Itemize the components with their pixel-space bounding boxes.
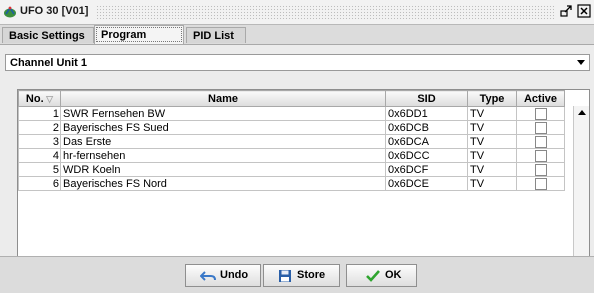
title-bar-grip[interactable] [96,5,554,19]
column-header-no[interactable]: No. ▽ [18,90,61,107]
cell-no: 3 [18,134,61,149]
ok-button-label: OK [385,269,402,281]
title-bar: UFO 30 [V01] [0,0,594,25]
cell-sid: 0x6DD1 [385,106,468,121]
active-checkbox[interactable] [534,107,547,120]
channel-unit-value: Channel Unit 1 [10,57,88,69]
active-checkbox[interactable] [534,163,547,176]
cell-active [516,162,565,177]
table-row[interactable]: 1 SWR Fernsehen BW 0x6DD1 TV [18,106,565,121]
cell-name: Bayerisches FS Nord [60,176,386,191]
column-header-name[interactable]: Name [60,90,386,107]
window-title: UFO 30 [V01] [20,5,89,17]
column-header-type[interactable]: Type [467,90,517,107]
sort-icon: ▽ [43,93,54,104]
detach-icon[interactable] [559,4,573,18]
cell-name: hr-fernsehen [60,148,386,163]
cell-active [516,134,565,149]
cell-no: 6 [18,176,61,191]
cell-sid: 0x6DCA [385,134,468,149]
table-row[interactable]: 4 hr-fernsehen 0x6DCC TV [18,148,565,163]
tab-pid-list[interactable]: PID List [186,27,246,43]
cell-name: Bayerisches FS Sued [60,120,386,135]
cell-no: 2 [18,120,61,135]
column-header-active[interactable]: Active [516,90,565,107]
table-body: 1 SWR Fernsehen BW 0x6DD1 TV 2 Bayerisch… [18,106,565,191]
active-checkbox[interactable] [534,135,547,148]
table-row[interactable]: 5 WDR Koeln 0x6DCF TV [18,162,565,177]
table-row[interactable]: 6 Bayerisches FS Nord 0x6DCE TV [18,176,565,191]
active-checkbox[interactable] [534,177,547,190]
cell-sid: 0x6DCF [385,162,468,177]
cell-sid: 0x6DCE [385,176,468,191]
program-table-panel: Channel Unit 1 No. ▽ Name SID Type Activ… [0,44,594,285]
undo-button[interactable]: Undo [185,264,261,287]
cell-no: 4 [18,148,61,163]
chevron-down-icon [577,60,585,65]
button-bar: Undo Store OK [0,256,594,293]
checkmark-icon [366,270,380,282]
store-button-label: Store [297,269,326,281]
column-header-sid[interactable]: SID [385,90,468,107]
scroll-up-icon[interactable] [578,110,586,115]
cell-no: 1 [18,106,61,121]
store-button[interactable]: Store [263,264,340,287]
channel-unit-select[interactable]: Channel Unit 1 [5,54,590,71]
cell-active [516,176,565,191]
cell-name: WDR Koeln [60,162,386,177]
cell-type: TV [467,176,517,191]
floppy-disk-icon [279,270,291,282]
table-row[interactable]: 2 Bayerisches FS Sued 0x6DCB TV [18,120,565,135]
cell-type: TV [467,148,517,163]
cell-no: 5 [18,162,61,177]
cell-type: TV [467,162,517,177]
cell-active [516,148,565,163]
ok-button[interactable]: OK [346,264,417,287]
cell-sid: 0x6DCB [385,120,468,135]
cell-sid: 0x6DCC [385,148,468,163]
cell-type: TV [467,106,517,121]
cell-active [516,120,565,135]
undo-button-label: Undo [220,269,249,281]
app-icon [4,6,16,18]
cell-type: TV [467,120,517,135]
active-checkbox[interactable] [534,121,547,134]
undo-arrow-icon [200,271,216,281]
cell-name: Das Erste [60,134,386,149]
cell-type: TV [467,134,517,149]
tab-basic-settings[interactable]: Basic Settings [2,27,94,43]
tab-program-table[interactable]: Program Table [94,25,184,59]
cell-active [516,106,565,121]
table-row[interactable]: 3 Das Erste 0x6DCA TV [18,134,565,149]
close-icon[interactable] [577,4,591,18]
active-checkbox[interactable] [534,149,547,162]
program-table-grid: No. ▽ Name SID Type Active 1 SWR Fernseh… [18,90,565,191]
cell-name: SWR Fernsehen BW [60,106,386,121]
tab-bar: Basic Settings Program Table PID List [0,25,594,59]
